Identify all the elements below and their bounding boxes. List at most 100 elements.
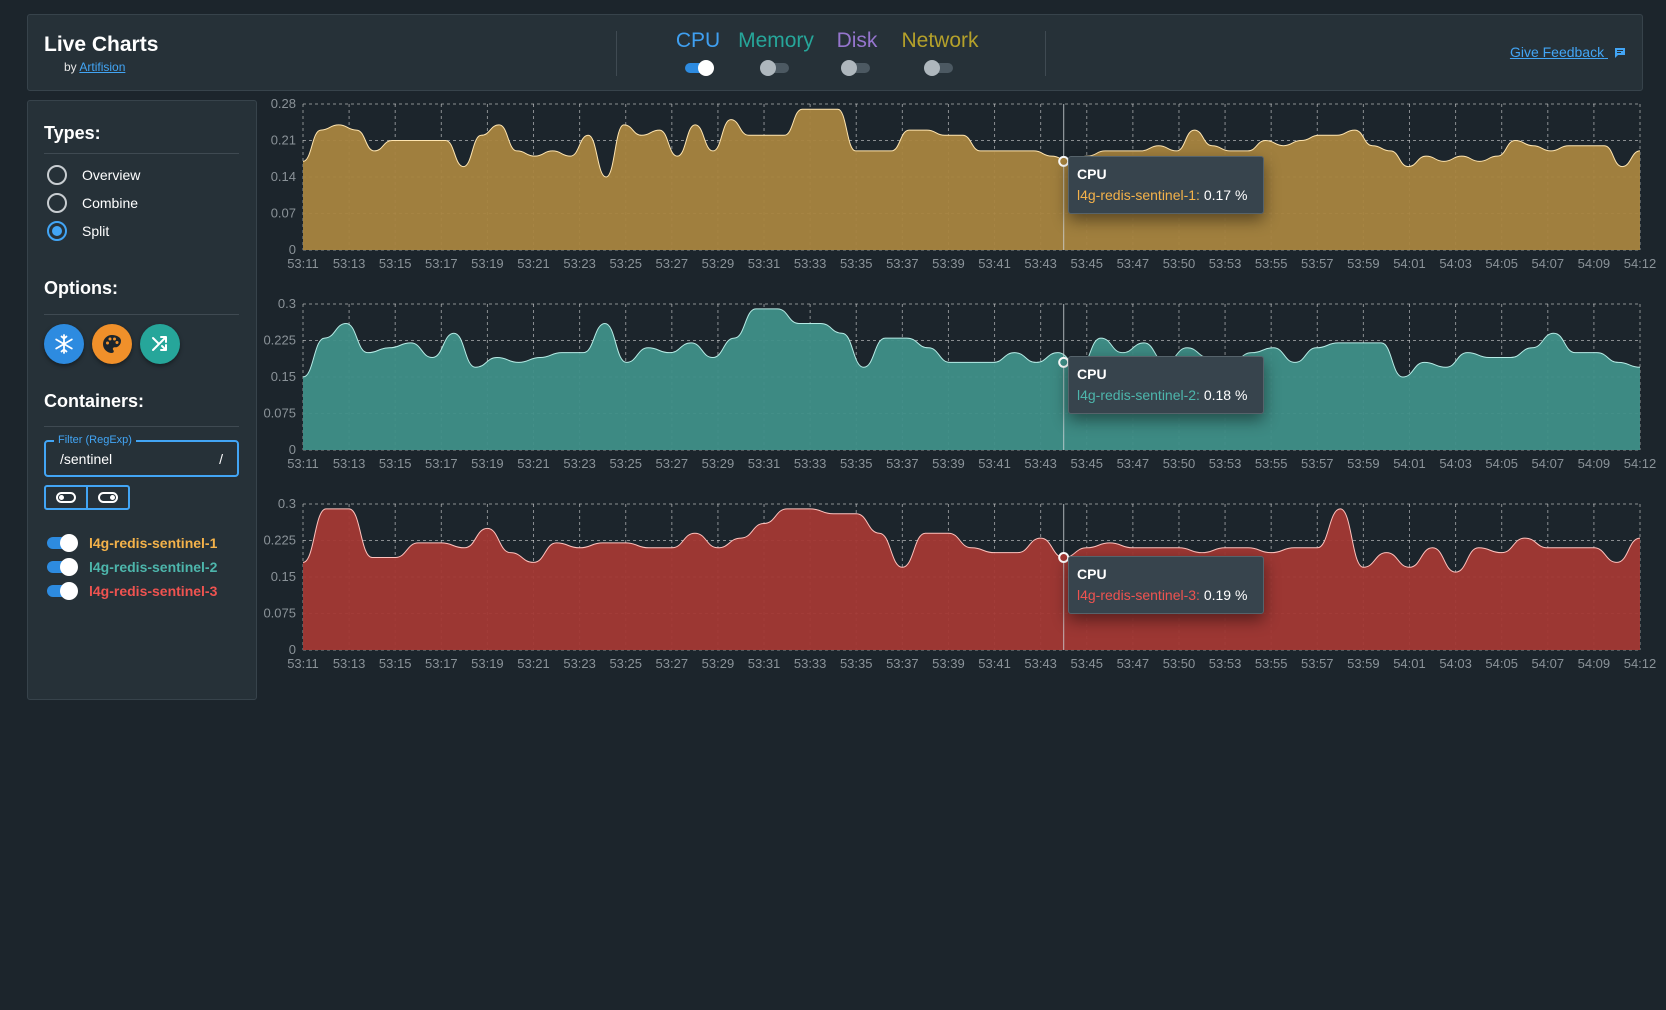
x-tick-label: 53:31 xyxy=(748,456,781,471)
container-label: l4g-redis-sentinel-2 xyxy=(89,559,218,575)
x-tick-label: 54:07 xyxy=(1532,456,1565,471)
x-tick-label: 54:07 xyxy=(1532,256,1565,271)
x-tick-label: 53:11 xyxy=(287,656,319,671)
x-tick-label: 53:11 xyxy=(287,456,319,471)
x-tick-label: 53:41 xyxy=(978,256,1011,271)
cpu-chart-sentinel-2[interactable]: 0.3 0.225 0.15 0.075 0 53:11 53:13 53:15 53:17 53… xyxy=(263,296,1656,488)
series-area xyxy=(303,308,1640,450)
x-tick-label: 53:27 xyxy=(656,656,689,671)
x-tick-label: 53:21 xyxy=(517,256,550,271)
x-tick-label: 53:43 xyxy=(1024,656,1057,671)
filter-input[interactable]: Filter (RegExp) /sentinel / xyxy=(44,434,239,477)
x-tick-label: 53:15 xyxy=(379,456,412,471)
cpu-toggle[interactable] xyxy=(685,60,714,76)
palette-button[interactable] xyxy=(92,324,132,364)
sidebar: Types: Overview Combine Split Options: C… xyxy=(27,100,257,700)
x-tick-label: 54:12 xyxy=(1624,256,1657,271)
byline-prefix: by xyxy=(64,60,77,74)
tooltip-line: l4g-redis-sentinel-3: 0.19 % xyxy=(1077,587,1255,603)
containers-divider xyxy=(44,426,239,427)
hover-point xyxy=(1058,356,1070,368)
x-tick-label: 53:50 xyxy=(1163,456,1196,471)
container-item[interactable]: l4g-redis-sentinel-1 xyxy=(47,533,217,553)
artifision-link[interactable]: Artifision xyxy=(79,60,125,74)
x-tick-label: 53:15 xyxy=(379,256,412,271)
tab-network[interactable]: Network xyxy=(899,29,981,78)
x-tick-label: 54:05 xyxy=(1485,256,1518,271)
radio-overview[interactable] xyxy=(47,165,67,185)
x-tick-label: 53:13 xyxy=(333,656,366,671)
type-label: Overview xyxy=(82,167,141,183)
y-tick-label: 0 xyxy=(289,242,296,257)
cpu-chart-svg: 0.3 0.225 0.15 0.075 053:11 53:13 53:15 53:17 53… xyxy=(263,296,1656,471)
tab-cpu[interactable]: CPU xyxy=(670,29,726,78)
tooltip-line: l4g-redis-sentinel-2: 0.18 % xyxy=(1077,387,1255,403)
x-tick-label: 54:01 xyxy=(1393,456,1426,471)
x-tick-label: 53:27 xyxy=(656,456,689,471)
shuffle-button[interactable] xyxy=(140,324,180,364)
tab-disk[interactable]: Disk xyxy=(834,29,880,78)
x-tick-label: 54:01 xyxy=(1393,256,1426,271)
snowflake-icon xyxy=(55,334,73,354)
container-toggle[interactable] xyxy=(47,534,78,552)
network-toggle[interactable] xyxy=(924,60,953,76)
x-tick-label: 53:37 xyxy=(886,656,919,671)
give-feedback-link[interactable]: Give Feedback xyxy=(1510,44,1626,60)
tooltip-value: 0.19 % xyxy=(1203,587,1248,603)
x-tick-label: 53:47 xyxy=(1117,256,1150,271)
x-tick-label: 53:57 xyxy=(1301,256,1334,271)
x-tick-label: 53:25 xyxy=(609,456,642,471)
filter-label: Filter (RegExp) xyxy=(54,434,136,446)
x-tick-label: 53:31 xyxy=(748,256,781,271)
filter-suffix: / xyxy=(219,451,223,467)
x-tick-label: 53:19 xyxy=(471,256,504,271)
container-toggle[interactable] xyxy=(47,582,78,600)
memory-toggle[interactable] xyxy=(760,60,789,76)
tooltip-series: l4g-redis-sentinel-3: xyxy=(1077,587,1200,603)
x-tick-label: 53:41 xyxy=(978,656,1011,671)
x-tick-label: 54:03 xyxy=(1439,656,1472,671)
x-tick-label: 53:29 xyxy=(702,256,735,271)
container-label: l4g-redis-sentinel-3 xyxy=(89,583,218,599)
x-tick-label: 53:33 xyxy=(794,456,827,471)
container-toggle[interactable] xyxy=(47,558,78,576)
filter-value[interactable]: /sentinel xyxy=(60,451,112,467)
x-tick-label: 53:53 xyxy=(1209,256,1242,271)
y-tick-label: 0.075 xyxy=(263,406,296,421)
freeze-button[interactable] xyxy=(44,324,84,364)
toggle-all-off-button[interactable] xyxy=(46,487,86,508)
type-option-overview[interactable]: Overview xyxy=(47,164,140,186)
x-tick-label: 53:47 xyxy=(1117,456,1150,471)
x-tick-label: 53:25 xyxy=(609,256,642,271)
disk-toggle[interactable] xyxy=(841,60,870,76)
y-tick-label: 0.3 xyxy=(278,496,296,511)
tab-memory[interactable]: Memory xyxy=(736,29,816,78)
x-tick-label: 53:59 xyxy=(1347,456,1380,471)
type-label: Split xyxy=(82,223,110,239)
x-tick-label: 53:21 xyxy=(517,456,550,471)
container-item[interactable]: l4g-redis-sentinel-3 xyxy=(47,581,217,601)
palette-icon xyxy=(103,335,122,353)
x-tick-label: 54:03 xyxy=(1439,256,1472,271)
x-tick-label: 53:43 xyxy=(1024,456,1057,471)
y-tick-label: 0.225 xyxy=(263,533,296,548)
options-divider xyxy=(44,314,239,315)
toggle-all-on-button[interactable] xyxy=(86,487,128,508)
y-tick-label: 0.28 xyxy=(271,96,296,111)
cpu-chart-sentinel-1[interactable]: 0.28 0.21 0.14 0.07 0 53:11 53:13 53:15 53:17 53:… xyxy=(271,96,1657,288)
x-tick-label: 53:47 xyxy=(1117,656,1150,671)
y-tick-label: 0.14 xyxy=(271,169,296,184)
cpu-chart-sentinel-3[interactable]: 0.3 0.225 0.15 0.075 0 53:11 53:13 53:15 53:17 53… xyxy=(263,496,1656,688)
radio-combine[interactable] xyxy=(47,193,67,213)
tab-disk-label: Disk xyxy=(836,29,878,52)
x-tick-label: 53:19 xyxy=(471,456,504,471)
type-option-combine[interactable]: Combine xyxy=(47,192,138,214)
x-tick-label: 53:33 xyxy=(794,656,827,671)
x-tick-label: 53:57 xyxy=(1301,656,1334,671)
x-tick-label: 53:29 xyxy=(702,656,735,671)
container-item[interactable]: l4g-redis-sentinel-2 xyxy=(47,557,217,577)
type-option-split[interactable]: Split xyxy=(47,220,109,242)
x-tick-label: 54:05 xyxy=(1485,456,1518,471)
tooltip-title: CPU xyxy=(1077,166,1107,182)
radio-split[interactable] xyxy=(47,221,67,241)
